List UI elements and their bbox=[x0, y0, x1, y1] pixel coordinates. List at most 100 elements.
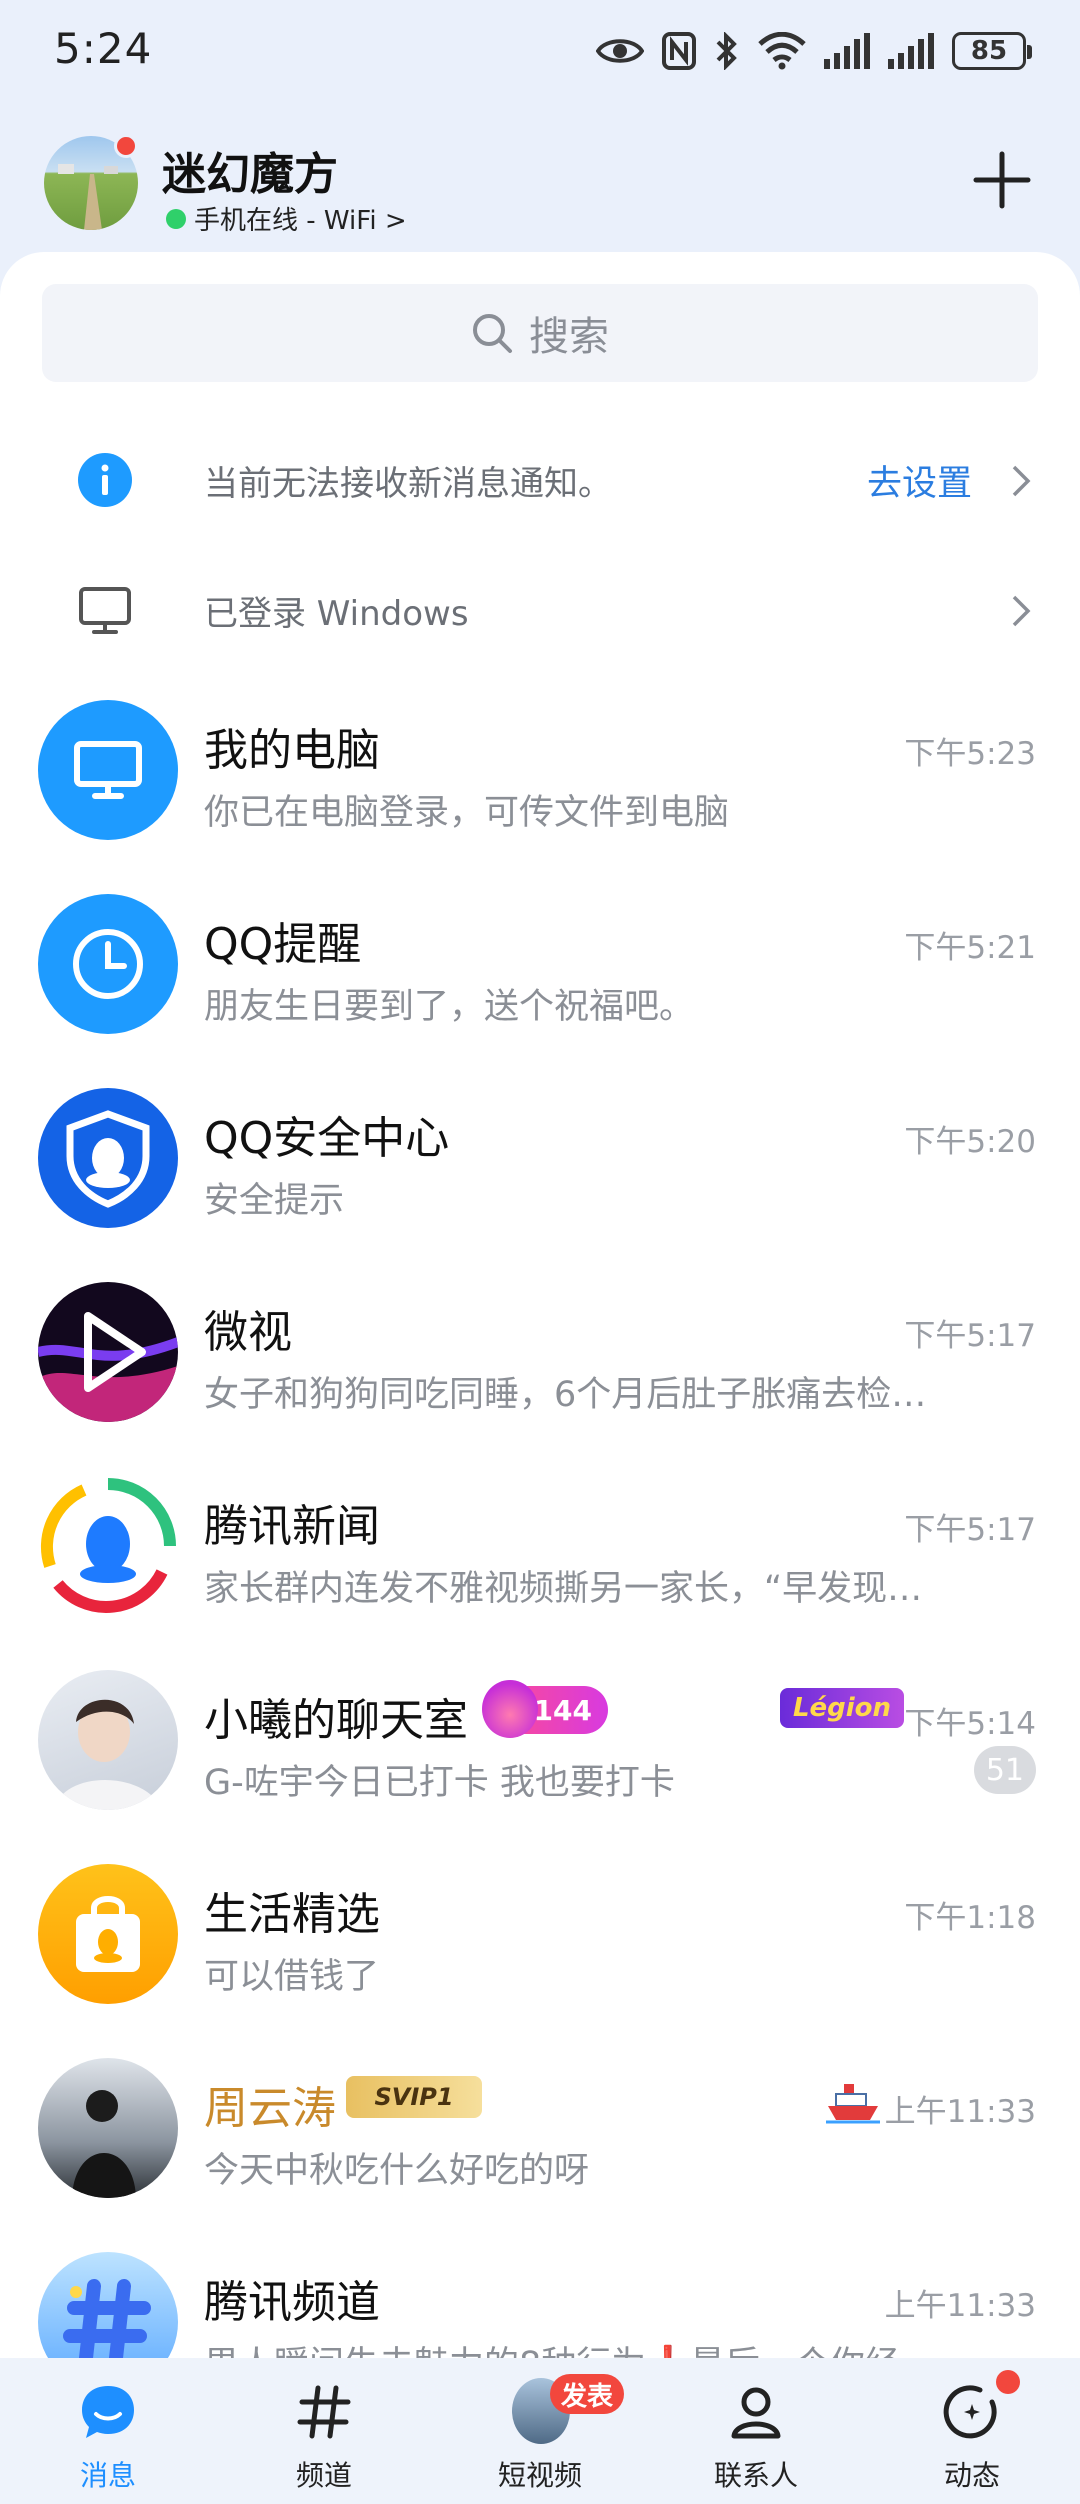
conversation-time: 下午1:18 bbox=[904, 1900, 1036, 1936]
conversation-preview: 朋友生日要到了，送个祝福吧。 bbox=[204, 987, 695, 1027]
online-status[interactable]: 手机在线 - WiFi > bbox=[166, 200, 407, 237]
weishi-play-icon bbox=[38, 1312, 178, 1422]
channel-hash-icon bbox=[63, 2279, 151, 2365]
tab-feed[interactable]: 动态 bbox=[864, 2358, 1080, 2504]
person-photo bbox=[54, 1699, 162, 1810]
publish-badge[interactable]: 发表 bbox=[550, 2374, 624, 2414]
conversation-preview: 安全提示 bbox=[204, 1181, 345, 1221]
conversation-qq-security[interactable]: QQ安全中心 安全提示 下午5:20 bbox=[0, 1060, 1080, 1254]
conversation-time: 下午5:17 bbox=[904, 1318, 1036, 1354]
conversation-time: 下午5:14 bbox=[904, 1706, 1036, 1742]
signal-icon-2 bbox=[888, 33, 934, 69]
conversation-qq-reminder[interactable]: QQ提醒 朋友生日要到了，送个祝福吧。 下午5:21 bbox=[0, 866, 1080, 1060]
conversation-time: 下午5:20 bbox=[904, 1124, 1036, 1160]
svip-badge: SVIP1 bbox=[346, 2076, 482, 2118]
search-icon bbox=[473, 314, 512, 353]
online-status-text: 手机在线 - WiFi > bbox=[194, 206, 407, 236]
conversation-zhou-yuntao[interactable]: 周云涛 SVIP1 今天中秋吃什么好吃的呀 上午11:33 bbox=[0, 2030, 1080, 2224]
chevron-right-icon bbox=[1012, 595, 1031, 627]
tab-label: 消息 bbox=[79, 2459, 136, 2492]
user-name[interactable]: 迷幻魔方 bbox=[162, 138, 338, 202]
go-settings-link[interactable]: 去设置 bbox=[867, 455, 972, 506]
battery-indicator: 85 bbox=[952, 32, 1032, 70]
person-photo bbox=[72, 2090, 136, 2198]
legion-badge: Légion bbox=[780, 1688, 904, 1728]
contact-icon bbox=[731, 2387, 781, 2439]
avatar bbox=[38, 1088, 178, 1228]
conversation-name: 我的电脑 bbox=[204, 725, 380, 776]
main-panel: 搜索 当前无法接收新消息通知。 去设置 已登录 Windows 我的电脑 你已在… bbox=[0, 252, 1080, 2504]
computer-icon bbox=[74, 741, 142, 799]
conversation-preview: 你已在电脑登录，可传文件到电脑 bbox=[204, 793, 730, 833]
conversation-my-computer[interactable]: 我的电脑 你已在电脑登录，可传文件到电脑 下午5:23 bbox=[0, 672, 1080, 866]
notice-text: 已登录 Windows bbox=[204, 593, 469, 634]
bluetooth-icon bbox=[716, 32, 737, 70]
conversation-time: 上午11:33 bbox=[884, 2288, 1036, 2324]
online-dot-icon bbox=[166, 208, 186, 229]
conversation-weishi[interactable]: 微视 女子和狗狗同吃同睡，6个月后肚子胀痛去检… 下午5:17 bbox=[0, 1254, 1080, 1448]
eye-icon bbox=[596, 39, 644, 63]
conversation-name: 腾讯新闻 bbox=[204, 1501, 380, 1552]
info-icon bbox=[78, 453, 132, 507]
tab-label: 联系人 bbox=[713, 2459, 798, 2492]
wifi-icon bbox=[758, 32, 806, 70]
notification-dot bbox=[114, 134, 138, 158]
app-header: 迷幻魔方 手机在线 - WiFi > bbox=[0, 130, 1080, 250]
conversation-time: 上午11:33 bbox=[884, 2094, 1036, 2130]
conversation-time: 下午5:21 bbox=[904, 930, 1036, 966]
windows-login-row[interactable]: 已登录 Windows bbox=[0, 550, 1080, 670]
signal-icon bbox=[824, 33, 870, 69]
hash-icon bbox=[297, 2385, 351, 2439]
monitor-icon bbox=[79, 587, 131, 634]
avatar bbox=[38, 894, 178, 1034]
notification-dot bbox=[996, 2370, 1020, 2394]
conversation-life-picks[interactable]: 生活精选 可以借钱了 下午1:18 bbox=[0, 1836, 1080, 2030]
tab-channels[interactable]: 频道 bbox=[216, 2358, 432, 2504]
chevron-right-icon bbox=[1012, 465, 1031, 497]
search-placeholder: 搜索 bbox=[529, 314, 609, 360]
nfc-icon bbox=[662, 32, 696, 70]
tab-label: 动态 bbox=[943, 2459, 1000, 2492]
shopping-bag-icon bbox=[76, 1896, 140, 1972]
avatar bbox=[38, 2058, 178, 2198]
conversation-name: 生活精选 bbox=[204, 1889, 380, 1940]
tab-short-video[interactable]: 发表 短视频 bbox=[432, 2358, 648, 2504]
tab-messages[interactable]: 消息 bbox=[0, 2358, 216, 2504]
status-time: 5:24 bbox=[54, 24, 153, 73]
feed-icon bbox=[943, 2385, 997, 2439]
notice-text: 当前无法接收新消息通知。 bbox=[204, 463, 612, 504]
conversation-preview: 家长群内连发不雅视频撕另一家长，“早发现… bbox=[204, 1569, 923, 1609]
avatar bbox=[38, 1476, 178, 1616]
conversation-time: 下午5:23 bbox=[904, 736, 1036, 772]
avatar bbox=[38, 1864, 178, 2004]
conversation-preview: 今天中秋吃什么好吃的呀 bbox=[204, 2151, 590, 2191]
conversation-name: 周云涛 bbox=[204, 2083, 336, 2134]
conversation-tencent-news[interactable]: 腾讯新闻 家长群内连发不雅视频撕另一家长，“早发现… 下午5:17 bbox=[0, 1448, 1080, 1642]
conversation-name: 小曦的聊天室 bbox=[204, 1695, 468, 1746]
tab-contacts[interactable]: 联系人 bbox=[648, 2358, 864, 2504]
avatar bbox=[38, 700, 178, 840]
tab-label: 短视频 bbox=[497, 2459, 582, 2492]
tencent-news-icon bbox=[40, 1478, 176, 1613]
status-icons: 85 bbox=[596, 26, 1032, 76]
add-button[interactable] bbox=[972, 150, 1032, 210]
conversation-name: QQ安全中心 bbox=[204, 1113, 450, 1164]
notification-warning-row[interactable]: 当前无法接收新消息通知。 去设置 bbox=[0, 420, 1080, 540]
avatar bbox=[38, 1282, 178, 1422]
conversation-preview: 可以借钱了 bbox=[204, 1957, 380, 1997]
avatar bbox=[38, 1670, 178, 1810]
tab-label: 频道 bbox=[295, 2459, 352, 2492]
shield-penguin-icon bbox=[66, 1110, 150, 1208]
clock-icon bbox=[73, 929, 143, 999]
conversation-time: 下午5:17 bbox=[904, 1512, 1036, 1548]
conversation-preview: G-咗宇今日已打卡 我也要打卡 bbox=[204, 1763, 675, 1803]
ship-icon bbox=[826, 2084, 880, 2124]
message-icon bbox=[82, 2386, 134, 2438]
conversation-name: 微视 bbox=[204, 1307, 292, 1358]
conversation-preview: 女子和狗狗同吃同睡，6个月后肚子胀痛去检… bbox=[204, 1375, 927, 1415]
search-bar[interactable]: 搜索 bbox=[42, 284, 1038, 382]
conversation-name: 腾讯频道 bbox=[204, 2277, 380, 2328]
conversation-name: QQ提醒 bbox=[204, 919, 362, 970]
bottom-navigation: 消息 频道 发表 短视频 联系人 动态 bbox=[0, 2358, 1080, 2504]
conversation-chatroom[interactable]: 小曦的聊天室 144 Légion G-咗宇今日已打卡 我也要打卡 下午5:14… bbox=[0, 1642, 1080, 1836]
